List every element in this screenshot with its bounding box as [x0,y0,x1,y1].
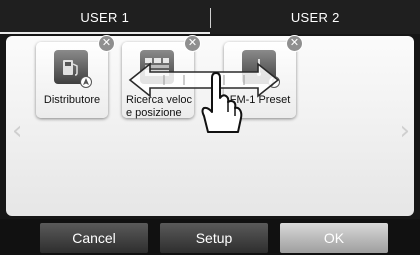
user-tab-bar: USER 1 USER 2 [0,0,420,34]
remove-shortcut-button[interactable]: ✕ [98,35,115,52]
scroll-left-icon[interactable]: ‹ [12,116,22,146]
drag-hint-icon [128,62,280,133]
setup-button-label: Setup [195,230,233,246]
navigation-badge-icon [80,76,92,88]
remove-shortcut-button[interactable]: ✕ [286,35,303,52]
tab-user-1-label: USER 1 [80,9,130,25]
shortcut-screen: USER 1 USER 2 ‹ › Distributore ✕ Ricerca… [0,0,420,255]
bottom-action-bar: Cancel Setup OK [0,219,420,255]
tab-user-2-label: USER 2 [290,9,340,25]
shortcut-tile-label: Distributore [43,94,101,106]
ok-button[interactable]: OK [280,223,388,253]
tab-user-1[interactable]: USER 1 [0,0,210,34]
scroll-right-icon[interactable]: › [400,116,410,146]
setup-button[interactable]: Setup [160,223,268,253]
ok-button-label: OK [323,230,345,246]
cancel-button[interactable]: Cancel [40,223,148,253]
tab-user-2[interactable]: USER 2 [211,0,420,34]
shortcut-tile-distributore[interactable]: Distributore ✕ [36,35,115,118]
cancel-button-label: Cancel [72,230,116,246]
